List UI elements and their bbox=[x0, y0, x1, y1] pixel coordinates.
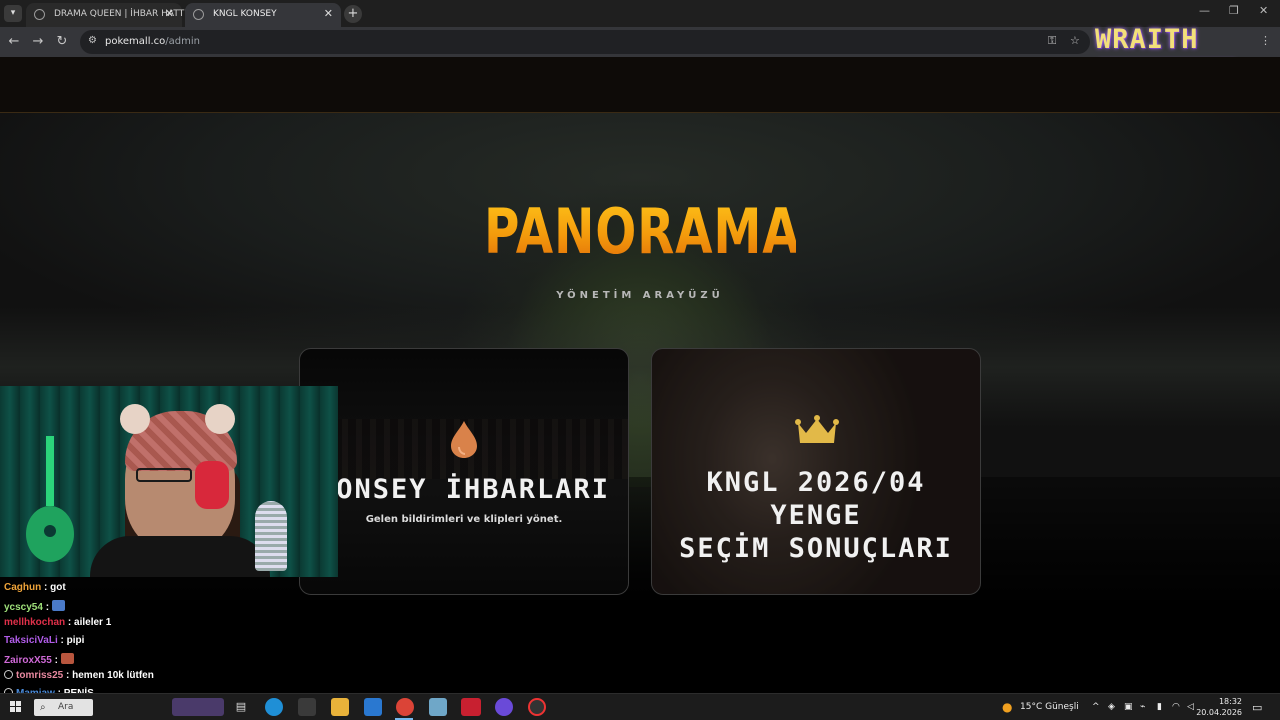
reload-icon[interactable]: ↻ bbox=[53, 33, 71, 51]
outlook-icon[interactable] bbox=[364, 698, 382, 716]
chrome-icon[interactable] bbox=[396, 698, 414, 716]
microphone bbox=[255, 501, 287, 571]
wifi-icon[interactable]: ◠ bbox=[1172, 694, 1180, 720]
chat-user: TaksiciVaLi bbox=[4, 635, 58, 646]
mic-icon[interactable]: ▮ bbox=[1157, 694, 1162, 720]
chat-user: tomriss25 bbox=[16, 670, 64, 681]
site-settings-icon[interactable]: ⚙ bbox=[88, 35, 97, 46]
drop-icon bbox=[451, 421, 477, 458]
tab-title: KNGL KONSEY bbox=[213, 9, 277, 19]
taskbar-clock[interactable]: 18:32 20.04.2026 bbox=[1196, 696, 1242, 718]
key-icon[interactable]: ⚿ bbox=[1048, 34, 1056, 48]
tab-kngl-konsey[interactable]: KNGL KONSEY ✕ bbox=[185, 3, 341, 27]
steam-icon[interactable]: ◈ bbox=[1108, 694, 1115, 720]
screen: ▾ DRAMA QUEEN | İHBAR HATTI ✕ KNGL KONSE… bbox=[0, 0, 1280, 720]
tray-expand-icon[interactable]: ^ bbox=[1092, 694, 1100, 720]
file-explorer-icon[interactable] bbox=[331, 698, 349, 716]
globe-icon bbox=[193, 9, 204, 20]
tab-search-button[interactable]: ▾ bbox=[4, 5, 22, 22]
page-title: PANORAMA bbox=[484, 195, 801, 268]
chat-user: ZairoxX55 bbox=[4, 655, 52, 666]
new-tab-button[interactable]: + bbox=[344, 5, 362, 23]
person-shirt bbox=[90, 536, 270, 577]
url-text: pokemall.co/admin bbox=[105, 36, 200, 47]
headphone bbox=[195, 461, 229, 509]
chat-message: mellhkochan : aileler 1 bbox=[4, 617, 112, 628]
browser-toolbar: ← → ↻ ⚙ pokemall.co/admin ⚿ ☆ ⋮ bbox=[0, 27, 1280, 57]
chat-user: ycscy54 bbox=[4, 602, 43, 613]
card-title: KNGL 2026/04 YENGE SEÇİM SONUÇLARI bbox=[652, 466, 980, 565]
address-bar[interactable]: ⚙ pokemall.co/admin bbox=[80, 30, 1090, 54]
store-icon[interactable] bbox=[298, 698, 316, 716]
close-tab-icon[interactable]: ✕ bbox=[324, 3, 333, 25]
app-tray-icon[interactable]: ▣ bbox=[1124, 694, 1133, 720]
task-view-icon[interactable]: ▤ bbox=[232, 698, 250, 716]
search-placeholder: Ara bbox=[58, 702, 74, 712]
voicemeeter-icon[interactable] bbox=[461, 698, 481, 716]
chat-message: Caghun : got bbox=[4, 582, 66, 593]
windows-start-icon[interactable] bbox=[10, 701, 22, 713]
emote-icon bbox=[51, 600, 65, 611]
clock-time: 18:32 bbox=[1218, 697, 1242, 706]
globe-icon bbox=[34, 9, 45, 20]
network-icon[interactable]: ⌁ bbox=[1140, 694, 1145, 720]
notifications-icon[interactable]: ▭ bbox=[1252, 694, 1262, 720]
glasses bbox=[136, 468, 192, 482]
card-title-line-1: KNGL 2026/04 YENGE bbox=[706, 467, 926, 531]
chat-user: Caghun bbox=[4, 582, 42, 593]
crown-icon bbox=[795, 415, 839, 443]
weather-sun-icon[interactable]: ● bbox=[1002, 694, 1012, 720]
edge-icon[interactable] bbox=[265, 698, 283, 716]
webcam-overlay bbox=[0, 386, 338, 577]
badge-icon bbox=[4, 670, 13, 679]
beanie-pom bbox=[120, 404, 150, 434]
chat-message: ZairoxX55 : bbox=[4, 653, 74, 666]
clock-date: 20.04.2026 bbox=[1196, 708, 1242, 717]
volume-icon[interactable]: ◁ bbox=[1187, 694, 1194, 720]
search-highlight-image[interactable] bbox=[172, 698, 224, 716]
close-window-icon[interactable]: ✕ bbox=[1259, 4, 1268, 17]
discord-icon[interactable] bbox=[495, 698, 513, 716]
tab-drama-queen[interactable]: DRAMA QUEEN | İHBAR HATTI ✕ bbox=[26, 3, 187, 27]
page-subtitle: YÖNETİM ARAYÜZÜ bbox=[556, 290, 724, 301]
stream-chat: Caghun : got ycscy54 : mellhkochan : ail… bbox=[0, 578, 340, 699]
back-icon[interactable]: ← bbox=[5, 33, 23, 51]
browser-tab-strip: ▾ DRAMA QUEEN | İHBAR HATTI ✕ KNGL KONSE… bbox=[0, 0, 1280, 27]
notes-icon[interactable] bbox=[429, 698, 447, 716]
chat-message: ycscy54 : bbox=[4, 600, 65, 613]
chat-user: mellhkochan bbox=[4, 617, 66, 628]
bookmark-star-icon[interactable]: ☆ bbox=[1070, 34, 1080, 47]
chat-message: TaksiciVaLi : pipi bbox=[4, 635, 85, 646]
search-icon: ⌕ bbox=[40, 702, 46, 713]
guitar-image bbox=[26, 436, 74, 562]
restore-icon[interactable]: ❐ bbox=[1229, 4, 1239, 17]
chat-message: tomriss25 : hemen 10k lütfen bbox=[4, 670, 154, 681]
obs-icon[interactable] bbox=[528, 698, 546, 716]
secim-sonuclari-card[interactable]: KNGL 2026/04 YENGE SEÇİM SONUÇLARI bbox=[651, 348, 981, 595]
minimize-icon[interactable]: — bbox=[1199, 4, 1210, 17]
card-description: Gelen bildirimleri ve klipleri yönet. bbox=[365, 514, 563, 525]
card-overlay bbox=[300, 349, 628, 594]
weather-text[interactable]: 15°C Güneşli bbox=[1020, 694, 1079, 720]
taskbar-search-input[interactable]: ⌕ Ara bbox=[34, 699, 93, 716]
page-header-bar bbox=[0, 57, 1280, 113]
card-title: KONSEY İHBARLARI bbox=[317, 474, 611, 505]
forward-icon[interactable]: → bbox=[29, 33, 47, 51]
windows-taskbar: ⌕ Ara ▤ ● 15°C Güneşli ^ ◈ ▣ ⌁ ▮ ◠ ◁ 18:… bbox=[0, 693, 1280, 720]
wraith-overlay-logo: WRAITH bbox=[1095, 24, 1199, 55]
close-tab-icon[interactable]: ✕ bbox=[165, 3, 174, 25]
emote-icon bbox=[60, 653, 74, 664]
beanie-pom bbox=[205, 404, 235, 434]
menu-icon[interactable]: ⋮ bbox=[1260, 34, 1271, 47]
card-title-line-2: SEÇİM SONUÇLARI bbox=[679, 533, 953, 564]
konsey-ihbarlari-card[interactable]: KONSEY İHBARLARI Gelen bildirimleri ve k… bbox=[299, 348, 629, 595]
